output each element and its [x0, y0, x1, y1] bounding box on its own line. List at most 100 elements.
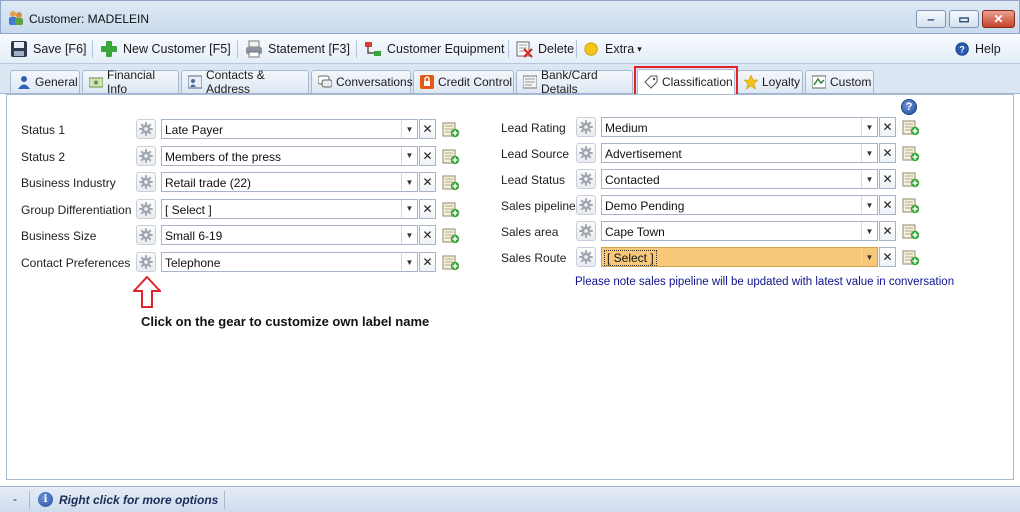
help-button[interactable]: ? Help [955, 38, 1001, 60]
classification-dropdown[interactable]: Medium ▼ [601, 117, 878, 137]
clear-icon[interactable]: ✕ [879, 117, 896, 137]
gear-icon[interactable] [576, 221, 596, 241]
field-label: Lead Rating [501, 121, 566, 135]
extra-label: Extra [605, 42, 635, 56]
save-button[interactable]: Save [F6] [10, 38, 87, 60]
new-customer-button[interactable]: New Customer [F5] [100, 38, 231, 60]
field-row: Sales area Cape Town ▼ ✕ [0, 221, 1020, 241]
status-divider [29, 491, 30, 509]
tab-label: Custom [830, 75, 872, 89]
clear-icon[interactable]: ✕ [879, 143, 896, 163]
gear-icon[interactable] [576, 247, 596, 267]
delete-icon [516, 41, 533, 58]
star-icon [744, 75, 758, 89]
dropdown-value: Cape Town [605, 225, 665, 239]
toolbar-divider [237, 40, 238, 58]
tab-credit-control[interactable]: Credit Control [413, 70, 514, 93]
add-option-icon[interactable] [902, 144, 920, 162]
field-label: Sales pipeline [501, 199, 576, 213]
dropdown-value: Contacted [605, 173, 660, 187]
classification-dropdown[interactable]: [ Select ] ▼ [601, 247, 878, 267]
dropdown-arrow-icon[interactable]: ▼ [861, 222, 877, 240]
equipment-icon [365, 42, 381, 56]
money-icon [89, 77, 103, 88]
dropdown-value: Advertisement [605, 147, 682, 161]
dropdown-arrow-icon[interactable]: ▼ [861, 170, 877, 188]
toolbar: Save [F6] New Customer [F5] Statement [F… [0, 34, 1020, 64]
minimize-button[interactable]: ‒ [916, 10, 946, 28]
tab-financial-info[interactable]: Financial Info [82, 68, 179, 96]
clear-icon[interactable]: ✕ [879, 221, 896, 241]
dropdown-value: Demo Pending [605, 199, 685, 213]
minimize-icon: ‒ [927, 12, 935, 26]
gear-icon[interactable] [576, 143, 596, 163]
classification-dropdown[interactable]: Cape Town ▼ [601, 221, 878, 241]
field-row: Lead Source Advertisement ▼ ✕ [0, 143, 1020, 163]
dropdown-value: [ Select ] [604, 250, 657, 266]
dropdown-arrow-icon[interactable]: ▼ [861, 196, 877, 214]
title-bar: Customer: MADELEIN ‒ ▭ ✕ [0, 0, 1020, 34]
classification-dropdown[interactable]: Contacted ▼ [601, 169, 878, 189]
tab-bar: General Financial Info Contacts & Addres… [0, 64, 1020, 96]
tab-label: Bank/Card Details [541, 68, 598, 96]
save-icon [11, 41, 27, 57]
statement-button[interactable]: Statement [F3] [245, 38, 350, 60]
classification-dropdown[interactable]: Demo Pending ▼ [601, 195, 878, 215]
help-icon: ? [955, 42, 969, 56]
maximize-icon: ▭ [958, 12, 970, 26]
add-option-icon[interactable] [902, 222, 920, 240]
tab-label: Financial Info [107, 68, 156, 96]
tab-label: General [35, 75, 78, 89]
toolbar-divider [92, 40, 93, 58]
tab-label: Loyalty [762, 75, 801, 89]
toolbar-divider [356, 40, 357, 58]
delete-label: Delete [538, 42, 575, 56]
field-row: Lead Rating Medium ▼ ✕ [0, 117, 1020, 137]
customer-equipment-button[interactable]: Customer Equipment [364, 38, 504, 60]
tab-loyalty[interactable]: Loyalty [737, 70, 803, 93]
close-window-button[interactable]: ✕ [982, 10, 1015, 28]
tab-bank-card-details[interactable]: Bank/Card Details [516, 68, 633, 96]
gear-icon[interactable] [576, 117, 596, 137]
delete-button[interactable]: Delete [515, 38, 574, 60]
maximize-button[interactable]: ▭ [949, 10, 979, 28]
status-message: Right click for more options [59, 493, 219, 507]
gear-icon[interactable] [576, 169, 596, 189]
tab-label: Contacts & Address [206, 68, 265, 96]
contacts-icon [188, 75, 202, 89]
field-label: Lead Source [501, 147, 570, 161]
save-label: Save [F6] [33, 42, 87, 56]
window-title: Customer: MADELEIN [29, 12, 150, 26]
add-option-icon[interactable] [902, 248, 920, 266]
clear-icon[interactable]: ✕ [879, 195, 896, 215]
add-option-icon[interactable] [902, 170, 920, 188]
up-arrow-icon [133, 276, 161, 308]
dropdown-arrow-icon[interactable]: ▼ [861, 248, 877, 266]
clear-icon[interactable]: ✕ [879, 169, 896, 189]
extra-menu-button[interactable]: Extra ▾ [584, 38, 642, 60]
status-bar: - i Right click for more options [0, 486, 1020, 512]
dropdown-arrow-icon[interactable]: ▼ [861, 144, 877, 162]
tab-label: Conversations [336, 75, 413, 89]
sales-pipeline-note: Please note sales pipeline will be updat… [575, 276, 955, 288]
gear-icon[interactable] [576, 195, 596, 215]
classification-help-icon[interactable]: ? [901, 99, 917, 115]
chat-icon [318, 75, 332, 88]
add-option-icon[interactable] [902, 196, 920, 214]
classification-dropdown[interactable]: Advertisement ▼ [601, 143, 878, 163]
tab-custom[interactable]: Custom [805, 70, 874, 93]
tab-general[interactable]: General [10, 70, 80, 93]
field-row: Lead Status Contacted ▼ ✕ [0, 169, 1020, 189]
clear-icon[interactable]: ✕ [879, 247, 896, 267]
add-option-icon[interactable] [902, 118, 920, 136]
tab-contacts-address[interactable]: Contacts & Address [181, 68, 309, 96]
status-dash: - [13, 492, 17, 506]
help-label: Help [975, 42, 1001, 56]
tab-conversations[interactable]: Conversations [311, 70, 413, 93]
status-divider [224, 491, 225, 509]
printer-icon [246, 40, 262, 58]
dropdown-arrow-icon[interactable]: ▼ [861, 118, 877, 136]
svg-text:?: ? [959, 45, 964, 55]
dropdown-value: Medium [605, 121, 648, 135]
customer-app-icon [9, 11, 23, 25]
